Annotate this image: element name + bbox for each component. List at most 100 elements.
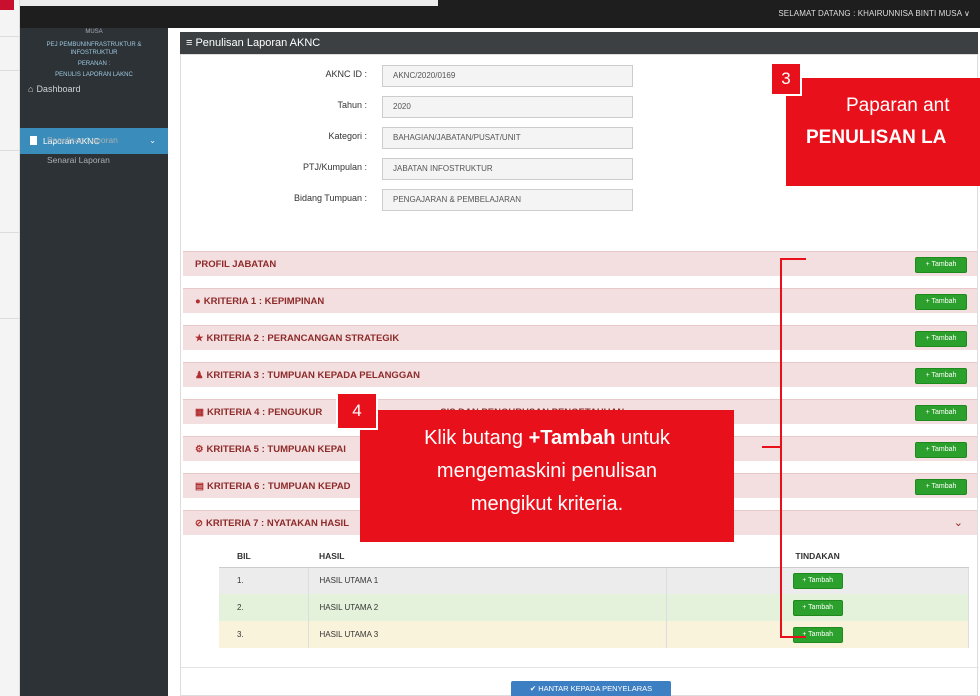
callout-text: Klik butang (424, 427, 529, 449)
annotation-badge-3: 3 (770, 62, 802, 96)
section-title-text: KRITERIA 5 : TUMPUAN KEPAI (206, 444, 346, 455)
cell-hasil: HASIL UTAMA 1 (308, 567, 668, 594)
column-header-hasil: HASIL (308, 545, 667, 568)
cell-hasil: HASIL UTAMA 2 (308, 594, 668, 621)
callout-line-2: mengemaskini penulisan (436, 460, 658, 482)
divider (0, 150, 20, 151)
page-title: ≡ Penulisan Laporan AKNC (180, 32, 978, 54)
user-role-label: PERANAN : (77, 61, 111, 67)
tambah-button[interactable]: + Tambah (915, 331, 967, 347)
sidebar-subitem-senarai[interactable]: Senarai Laporan (47, 155, 110, 165)
user-role: PENULIS LAPORAN LAKNC (55, 72, 133, 78)
kategori-field[interactable]: BAHAGIAN/JABATAN/PUSAT/UNIT (382, 127, 633, 149)
user-info: MUSA PEJ PEMBUNINFRASTRUKTUR & INFOSTRUK… (20, 28, 168, 79)
section-title: ♟ KRITERIA 3 : TUMPUAN KEPADA PELANGGAN (195, 370, 420, 381)
tambah-button[interactable]: + Tambah (915, 368, 967, 384)
section-title-text: KRITERIA 1 : KEPIMPINAN (203, 296, 325, 307)
callout-line-3: mengikut kriteria. (470, 493, 624, 515)
tambah-button[interactable]: + Tambah (915, 257, 967, 273)
callout-line-1: Klik butang +Tambah untuk (360, 422, 734, 455)
tambah-button[interactable]: + Tambah (915, 294, 967, 310)
tambah-button[interactable]: + Tambah (915, 442, 967, 458)
list-icon: ▤ (195, 481, 204, 492)
section-title: ★ KRITERIA 2 : PERANCANGAN STRATEGIK (195, 333, 399, 344)
cell-bil: 3. (219, 621, 310, 648)
home-icon: ⌂ (28, 84, 34, 94)
annotation-badge-4: 4 (336, 392, 378, 430)
hantar-penyelaras-button[interactable]: ✔ HANTAR KEPADA PENYELARAS (511, 681, 671, 696)
section-title: ⊘ KRITERIA 7 : NYATAKAN HASIL (195, 518, 349, 529)
section-title-text: KRITERIA 7 : NYATAKAN HASIL (205, 518, 350, 529)
top-bar-strip (20, 0, 438, 6)
tahun-field[interactable]: 2020 (382, 96, 633, 118)
table-header-row: BIL HASIL TINDAKAN (219, 545, 969, 568)
section-title: PROFIL JABATAN (195, 259, 277, 270)
app-window: SELAMAT DATANG : KHAIRUNNISA BINTI MUSA … (0, 0, 980, 696)
chevron-down-icon: ⌄ (149, 136, 156, 145)
divider (181, 667, 979, 668)
top-bar: SELAMAT DATANG : KHAIRUNNISA BINTI MUSA … (20, 0, 980, 28)
section-title-text: KRITERIA 6 : TUMPUAN KEPAD (206, 481, 351, 492)
target-icon: ⊘ (195, 518, 203, 529)
field-label: AKNC ID : (325, 69, 367, 79)
bracket-pointer (762, 446, 782, 448)
cell-bil: 2. (219, 594, 310, 621)
table-row: 2. HASIL UTAMA 2 + Tambah (219, 594, 969, 621)
section-kriteria-1[interactable]: ● KRITERIA 1 : KEPIMPINAN + Tambah (183, 288, 977, 313)
chevron-down-icon[interactable]: ⌄ (954, 516, 963, 529)
sidebar-item-dashboard[interactable]: ⌂ Dashboard (28, 84, 80, 94)
section-title: ▤ KRITERIA 6 : TUMPUAN KEPAD (195, 481, 351, 492)
callout-text: Paparan ant (846, 95, 950, 116)
table-row: 1. HASIL UTAMA 1 + Tambah (219, 567, 969, 594)
section-title: ● KRITERIA 1 : KEPIMPINAN (195, 296, 324, 307)
callout-text-bold: +Tambah (528, 427, 616, 449)
callout-text: untuk (615, 427, 670, 449)
circle-icon: ● (195, 296, 201, 307)
section-title-text: KRITERIA 3 : TUMPUAN KEPADA PELANGGAN (206, 370, 420, 381)
cell-tindakan: + Tambah (666, 621, 969, 648)
sidebar: MUSA PEJ PEMBUNINFRASTRUKTUR & INFOSTRUK… (20, 28, 174, 696)
field-label: Kategori : (328, 131, 367, 141)
user-welcome-menu[interactable]: SELAMAT DATANG : KHAIRUNNISA BINTI MUSA … (778, 9, 970, 18)
field-label: Tahun : (337, 100, 367, 110)
annotation-callout-3: Paparan ant PENULISAN LA (786, 78, 980, 186)
star-icon: ★ (195, 333, 204, 344)
user-name: MUSA (85, 29, 103, 35)
callout-text-bold: PENULISAN LA (806, 127, 947, 148)
cell-bil: 1. (219, 567, 310, 594)
ptj-kumpulan-field[interactable]: JABATAN INFOSTRUKTUR (382, 158, 633, 180)
user-unit: PEJ PEMBUNINFRASTRUKTUR & (46, 42, 142, 48)
section-kriteria-3[interactable]: ♟ KRITERIA 3 : TUMPUAN KEPADA PELANGGAN +… (183, 362, 977, 387)
aknc-id-field[interactable]: AKNC/2020/0169 (382, 65, 633, 87)
bracket-top (782, 258, 806, 260)
section-title: ⚙ KRITERIA 5 : TUMPUAN KEPAI (195, 444, 346, 455)
hasil-table: BIL HASIL TINDAKAN 1. HASIL UTAMA 1 + Ta… (219, 545, 969, 648)
tambah-button[interactable]: + Tambah (915, 405, 967, 421)
section-title-text: KRITERIA 2 : PERANCANGAN STRATEGIK (206, 333, 400, 344)
tambah-button[interactable]: + Tambah (915, 479, 967, 495)
sidebar-item-label: Dashboard (36, 84, 81, 94)
bidang-tumpuan-field[interactable]: PENGAJARAN & PEMBELAJARAN (382, 189, 633, 211)
section-title-text: KRITERIA 4 : PENGUKUR (206, 407, 323, 418)
divider (0, 70, 20, 71)
field-label: Bidang Tumpuan : (293, 193, 367, 203)
background-window-marker (0, 0, 14, 10)
sidebar-subitem-penulisan[interactable]: Penulisan Laporan (47, 135, 118, 145)
cell-tindakan: + Tambah (666, 594, 969, 621)
column-header-bil: BIL (219, 545, 309, 568)
annotation-callout-4: Klik butang +Tambah untuk mengemaskini p… (360, 410, 734, 542)
bracket-bottom (782, 636, 806, 638)
section-profil-jabatan[interactable]: PROFIL JABATAN + Tambah (183, 251, 977, 276)
cell-hasil: HASIL UTAMA 3 (308, 621, 668, 648)
gear-icon: ⚙ (195, 444, 204, 455)
field-label: PTJ/Kumpulan : (302, 162, 367, 172)
divider (0, 318, 20, 319)
annotation-bracket (762, 258, 810, 638)
divider (0, 232, 20, 233)
divider (0, 36, 20, 37)
form-row-bidang: Bidang Tumpuan : PENGAJARAN & PEMBELAJAR… (181, 189, 979, 211)
column-header-tindakan: TINDAKAN (666, 545, 969, 568)
background-window-edge (0, 0, 20, 696)
section-kriteria-2[interactable]: ★ KRITERIA 2 : PERANCANGAN STRATEGIK + Ta… (183, 325, 977, 350)
chart-icon: ▦ (195, 407, 204, 418)
